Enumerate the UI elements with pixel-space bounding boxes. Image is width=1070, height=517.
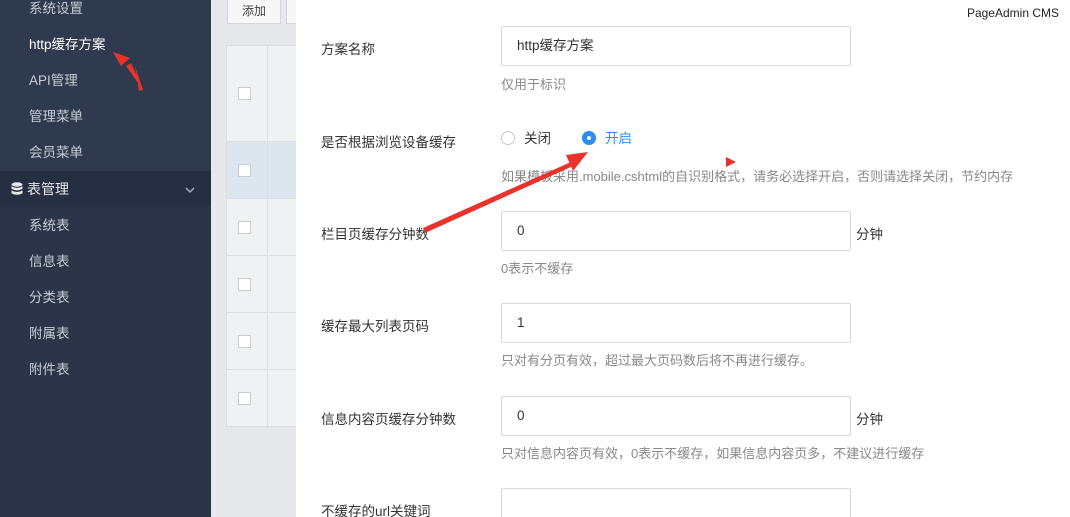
row-checkbox[interactable] [238,335,251,348]
sidebar: 系统设置 http缓存方案 API管理 管理菜单 会员菜单 表管理 系统表 信息… [0,0,211,517]
brand-label: PageAdmin CMS [966,6,1059,20]
column-divider [267,46,268,428]
radio-circle-checked [582,131,596,146]
max-list-page-input[interactable]: 1 [501,303,851,343]
sidebar-item-system-table[interactable]: 系统表 [0,208,211,244]
cache-scheme-form: PageAdmin CMS 方案名称 http缓存方案 仅用于标识 是否根据浏览… [296,0,1070,517]
sidebar-item-api[interactable]: API管理 [0,63,211,99]
chevron-down-icon [185,171,195,207]
select-all-checkbox[interactable] [238,87,251,100]
column-cache-label: 栏目页缓存分钟数 [321,227,429,242]
sidebar-item-label: 系统设置 [29,1,83,16]
row-checkbox[interactable] [238,221,251,234]
sidebar-item-category-table[interactable]: 分类表 [0,280,211,316]
content-cache-unit: 分钟 [856,412,883,427]
sidebar-item-label: 会员菜单 [29,145,83,160]
row-checkbox[interactable] [238,278,251,291]
background-page: 添加 [211,0,307,517]
sidebar-group-table-management[interactable]: 表管理 [0,171,211,207]
row-checkbox[interactable] [238,392,251,405]
column-cache-input[interactable]: 0 [501,211,851,251]
column-cache-unit: 分钟 [856,227,883,242]
sidebar-item-label: http缓存方案 [29,37,106,52]
content-cache-help: 只对信息内容页有效，0表示不缓存，如果信息内容页多，不建议进行缓存 [501,446,925,461]
scheme-name-help: 仅用于标识 [501,77,567,92]
content-cache-input[interactable]: 0 [501,396,851,436]
sidebar-item-attachment-table[interactable]: 附件表 [0,352,211,388]
sidebar-item-label: 管理菜单 [29,109,83,124]
content-cache-label: 信息内容页缓存分钟数 [321,412,456,427]
add-button[interactable]: 添加 [227,0,281,24]
sidebar-group-label: 表管理 [27,181,69,197]
sidebar-item-info-table[interactable]: 信息表 [0,244,211,280]
sidebar-item-label: 附件表 [29,362,70,377]
device-cache-help: 如果模板采用.mobile.cshtml的自识别格式，请务必选择开启，否则请选择… [501,169,1014,184]
sidebar-item-system-settings[interactable]: 系统设置 [0,0,211,27]
sidebar-submenu: 系统表 信息表 分类表 附属表 附件表 [0,207,211,517]
radio-on-label: 开启 [605,131,632,146]
radio-on[interactable]: 开启 [582,131,632,147]
device-cache-label: 是否根据浏览设备缓存 [321,135,456,150]
sidebar-item-label: 附属表 [29,326,70,341]
scheme-name-label: 方案名称 [321,42,375,57]
sidebar-item-label: 系统表 [29,218,70,233]
database-icon [11,182,23,195]
radio-circle [501,131,515,146]
data-table [226,45,307,428]
sidebar-item-http-cache[interactable]: http缓存方案 [0,27,211,63]
max-list-page-help: 只对有分页有效，超过最大页码数后将不再进行缓存。 [501,353,814,368]
sidebar-item-admin-menu[interactable]: 管理菜单 [0,99,211,135]
sidebar-item-sub-table[interactable]: 附属表 [0,316,211,352]
no-cache-url-input[interactable] [501,488,851,517]
no-cache-url-label: 不缓存的url关键词 [321,504,431,517]
sidebar-item-label: 分类表 [29,290,70,305]
column-cache-help: 0表示不缓存 [501,261,574,276]
scheme-name-input[interactable]: http缓存方案 [501,26,851,66]
radio-off-label: 关闭 [524,131,551,146]
row-checkbox[interactable] [238,164,251,177]
sidebar-item-label: API管理 [29,73,78,88]
radio-off[interactable]: 关闭 [501,131,551,147]
sidebar-item-label: 信息表 [29,254,70,269]
sidebar-item-member-menu[interactable]: 会员菜单 [0,135,211,171]
max-list-page-label: 缓存最大列表页码 [321,319,429,334]
